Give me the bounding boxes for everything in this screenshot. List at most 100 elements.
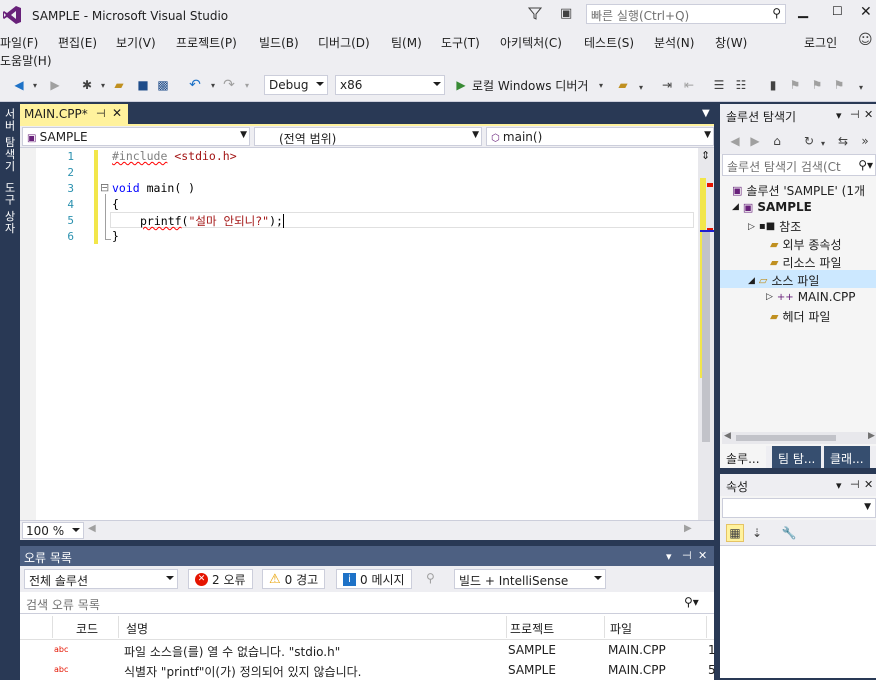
- tree-item-resource-files[interactable]: ▰ 리소스 파일: [770, 254, 841, 271]
- code-line-3[interactable]: void main( ): [112, 181, 195, 195]
- back-icon[interactable]: ◀: [726, 132, 744, 150]
- error-marker[interactable]: [707, 183, 713, 187]
- forward-icon[interactable]: ▶: [746, 132, 764, 150]
- menu-test[interactable]: 테스트(S): [584, 34, 634, 51]
- menu-team[interactable]: 팀(M): [391, 34, 422, 51]
- build-filter-dropdown[interactable]: 빌드 + IntelliSense: [454, 569, 606, 589]
- quick-launch-input[interactable]: 빠른 실행(Ctrl+Q) ⚲: [586, 4, 786, 24]
- pin-icon[interactable]: ⊣: [682, 549, 692, 562]
- column-file[interactable]: 파일: [610, 620, 632, 637]
- save-icon[interactable]: ■: [134, 76, 152, 94]
- tab-dropdown-icon[interactable]: ▼: [702, 108, 710, 119]
- tab-class-view[interactable]: 클래...: [824, 446, 870, 468]
- pin-icon[interactable]: ⊣: [850, 478, 860, 491]
- open-folder-icon[interactable]: ▰: [110, 76, 128, 94]
- menu-project[interactable]: 프로젝트(P): [176, 34, 237, 51]
- scope-dropdown[interactable]: 전체 솔루션: [24, 569, 178, 589]
- code-line-6[interactable]: }: [112, 229, 119, 243]
- clear-bookmark-icon[interactable]: ⚑: [830, 76, 848, 94]
- tree-item-main-cpp[interactable]: ▷ ++ MAIN.CPP: [766, 290, 855, 304]
- menu-window[interactable]: 창(W): [715, 34, 747, 51]
- menu-file[interactable]: 파일(F): [0, 34, 38, 51]
- history-dropdown-icon[interactable]: ▾: [814, 134, 832, 152]
- collapse-icon[interactable]: ⊟: [100, 181, 109, 194]
- bookmark-icon[interactable]: ▮: [764, 76, 782, 94]
- run-dropdown-icon[interactable]: ▾: [592, 76, 610, 94]
- code-line-1[interactable]: #include <stdio.h>: [112, 149, 237, 163]
- tree-item-source-files[interactable]: ◢ ▱ 소스 파일: [748, 272, 819, 289]
- maximize-button[interactable]: ☐: [832, 4, 843, 18]
- tree-item-project[interactable]: ◢ ▣ SAMPLE: [732, 200, 812, 214]
- object-selector[interactable]: ▼: [722, 498, 876, 518]
- redo-icon[interactable]: ↷: [220, 76, 238, 94]
- solution-horizontal-scrollbar[interactable]: ◀ ▶: [722, 431, 876, 444]
- code-line-5[interactable]: printf("설마 안되니?");​: [140, 213, 284, 229]
- errors-filter-button[interactable]: ✕ 2 오류: [188, 569, 253, 589]
- config-dropdown[interactable]: Debug: [264, 75, 328, 95]
- menu-help[interactable]: 도움말(H): [0, 52, 52, 69]
- step-over-icon[interactable]: ⇤: [680, 76, 698, 94]
- next-bookmark-icon[interactable]: ⚑: [808, 76, 826, 94]
- code-line-4[interactable]: {: [112, 197, 119, 211]
- editor-vertical-scrollbar[interactable]: ⇕: [698, 148, 714, 520]
- browse-icon[interactable]: ▰: [614, 76, 632, 94]
- table-row[interactable]: abc 파일 소스을(를) 열 수 없습니다. "stdio.h" SAMPLE…: [20, 640, 716, 660]
- menu-view[interactable]: 보기(V): [116, 34, 156, 51]
- column-description[interactable]: 설명: [126, 620, 148, 637]
- project-dropdown[interactable]: ▣ SAMPLE ▼: [22, 127, 250, 146]
- sync-icon[interactable]: ⇆: [834, 132, 852, 150]
- filter-icon[interactable]: ⚲: [426, 571, 435, 585]
- split-icon[interactable]: ⇕: [701, 149, 710, 162]
- categorized-icon[interactable]: ▦: [726, 524, 744, 542]
- save-all-icon[interactable]: ▩: [154, 76, 172, 94]
- pin-icon[interactable]: ⊣: [96, 107, 106, 120]
- close-icon[interactable]: ✕: [864, 478, 873, 491]
- close-icon[interactable]: ✕: [864, 108, 873, 121]
- menu-architecture[interactable]: 아키텍처(C): [500, 34, 562, 51]
- tab-team-explorer[interactable]: 팀 탐...: [772, 446, 822, 468]
- undo-icon[interactable]: ↶: [186, 76, 204, 94]
- prev-bookmark-icon[interactable]: ⚑: [786, 76, 804, 94]
- menu-build[interactable]: 빌드(B): [259, 34, 299, 51]
- table-row[interactable]: abc 식별자 "printf"이(가) 정의되어 있지 않습니다. SAMPL…: [20, 660, 716, 680]
- account-icon[interactable]: ☺: [858, 32, 873, 48]
- menu-debug[interactable]: 디버그(D): [318, 34, 370, 51]
- scope-dropdown[interactable]: (전역 범위) ▼: [254, 127, 482, 146]
- member-dropdown[interactable]: ⬡ main() ▼: [486, 127, 714, 146]
- pin-icon[interactable]: ⊣: [850, 108, 860, 121]
- column-code[interactable]: 코드: [76, 620, 98, 637]
- panel-dropdown-icon[interactable]: ▾: [836, 109, 842, 122]
- login-link[interactable]: 로그인: [804, 34, 837, 51]
- toolbar-overflow-icon[interactable]: »: [856, 132, 874, 150]
- step-icon[interactable]: ⇥: [658, 76, 676, 94]
- home-icon[interactable]: ⌂: [768, 132, 786, 150]
- close-tab-icon[interactable]: ✕: [112, 106, 122, 120]
- minimize-button[interactable]: ▁: [798, 4, 808, 19]
- tree-item-header-files[interactable]: ▰ 헤더 파일: [770, 308, 830, 325]
- property-pages-icon[interactable]: 🔧: [780, 524, 798, 542]
- server-explorer-tab[interactable]: 서버 탐색기: [1, 108, 17, 173]
- toolbar-overflow-icon[interactable]: ▾: [852, 78, 870, 96]
- uncomment-icon[interactable]: ☷: [732, 76, 750, 94]
- alphabetical-icon[interactable]: ⇣: [748, 524, 766, 542]
- scroll-right-icon[interactable]: ▶: [868, 431, 875, 441]
- solution-search-input[interactable]: 솔루션 탐색기 검색(Ct ⚲▾: [722, 154, 876, 176]
- menu-tools[interactable]: 도구(T): [441, 34, 480, 51]
- messages-filter-button[interactable]: i 0 메시지: [336, 569, 412, 589]
- error-search-input[interactable]: 검색 오류 목록 ⚲▾: [20, 592, 714, 614]
- warnings-filter-button[interactable]: ⚠ 0 경고: [262, 569, 326, 589]
- tab-solution-explorer[interactable]: 솔루...: [720, 446, 766, 468]
- tree-item-external-deps[interactable]: ▰ 외부 종속성: [770, 236, 841, 253]
- menu-edit[interactable]: 편집(E): [58, 34, 97, 51]
- tree-item-references[interactable]: ▷ ▪■ 참조: [748, 218, 801, 235]
- back-dropdown-icon[interactable]: ▾: [26, 76, 44, 94]
- toolbox-tab[interactable]: 도구 상자: [1, 182, 17, 235]
- browse-dropdown-icon[interactable]: ▾: [632, 78, 650, 96]
- platform-dropdown[interactable]: x86: [335, 75, 445, 95]
- scroll-left-icon[interactable]: ◀: [88, 523, 96, 534]
- tab-main-cpp[interactable]: MAIN.CPP* ⊣ ✕: [20, 104, 128, 126]
- filter-icon[interactable]: [528, 6, 542, 20]
- close-icon[interactable]: ✕: [698, 549, 707, 562]
- panel-dropdown-icon[interactable]: ▾: [666, 550, 672, 563]
- panel-dropdown-icon[interactable]: ▾: [836, 479, 842, 492]
